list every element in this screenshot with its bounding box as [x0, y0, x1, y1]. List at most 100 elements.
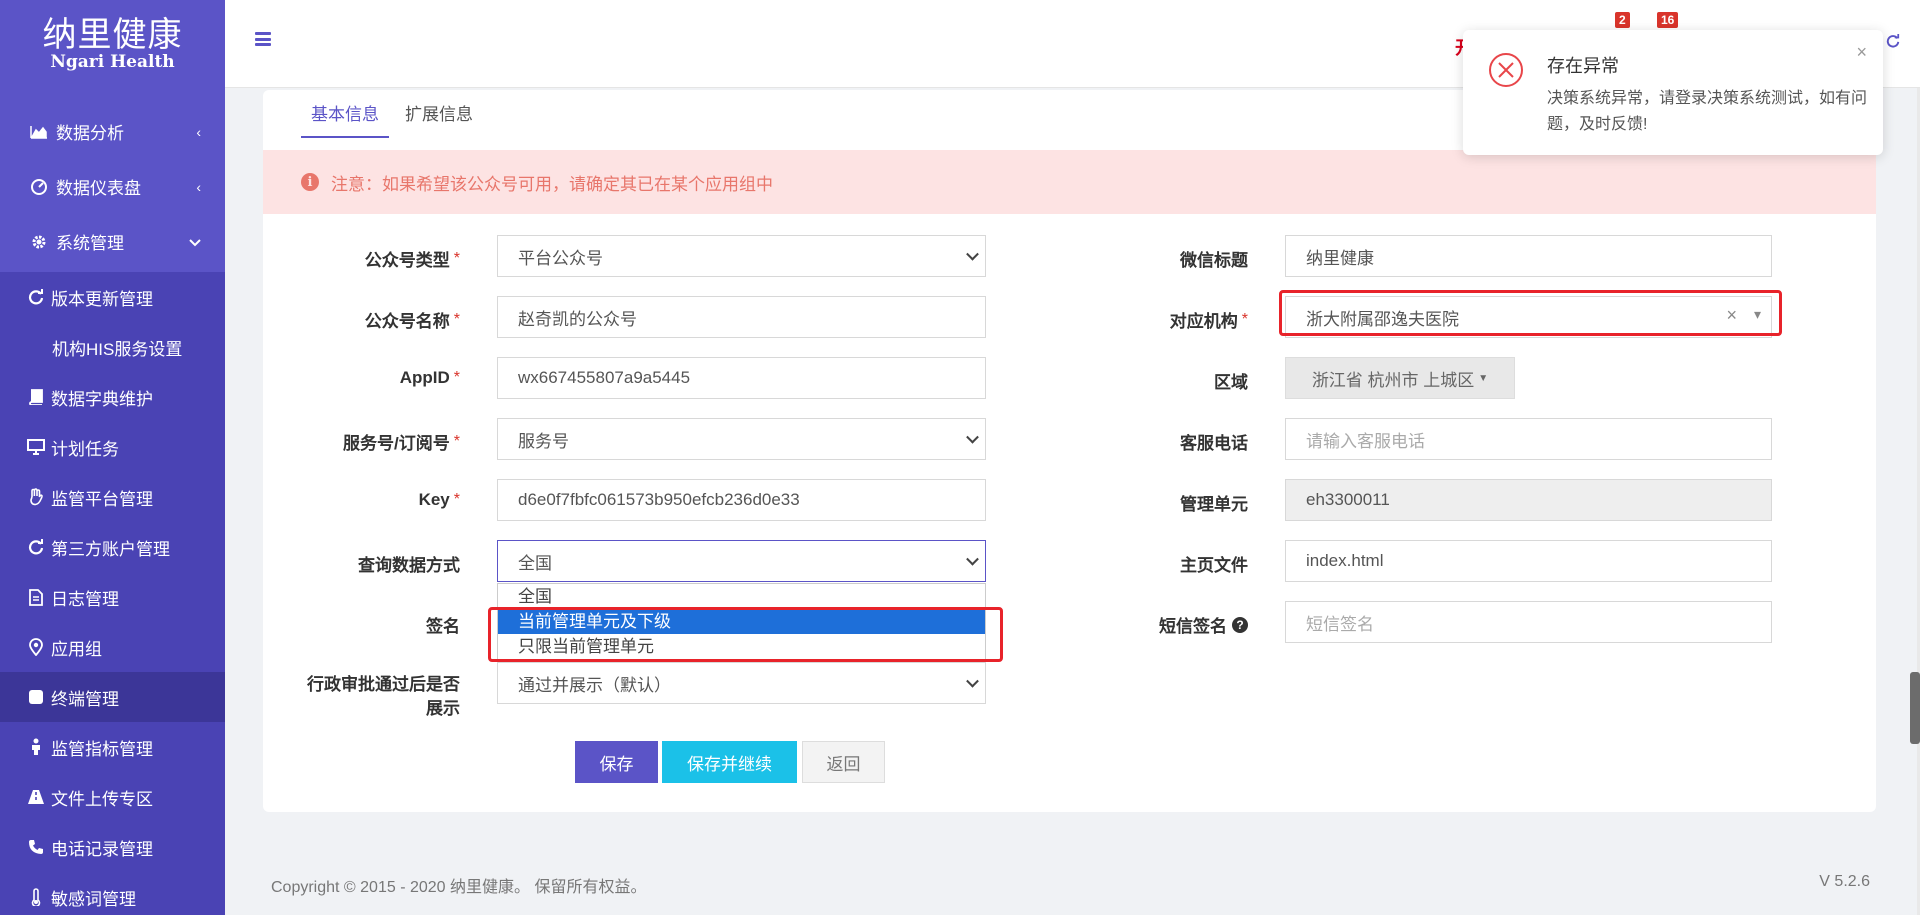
logo: 纳里健康 Ngari Health	[0, 0, 225, 88]
caret-down-icon: ▼	[1478, 372, 1489, 384]
phone-icon	[26, 838, 46, 856]
help-icon[interactable]: ?	[1232, 616, 1248, 633]
sidebar-item-scheduled-tasks[interactable]: 计划任务	[0, 422, 225, 472]
sidebar-item-label: 数据仪表盘	[56, 179, 141, 198]
sidebar-item-dashboard[interactable]: 数据仪表盘 ‹	[0, 159, 225, 214]
clear-icon[interactable]: ×	[1726, 305, 1737, 326]
person-icon	[26, 738, 46, 756]
alert-text: 注意：如果希望该公众号可用，请确定其已在某个应用组中	[331, 174, 773, 194]
sidebar-item-label: 敏感词管理	[51, 889, 136, 909]
label-appid: AppID *	[399, 368, 460, 387]
sidebar: 纳里健康 Ngari Health 数据分析 ‹ 数据仪表盘 ‹ 系统管理 版本…	[0, 0, 225, 915]
key-input[interactable]: d6e0f7fbfc061573b950efcb236d0e33	[497, 479, 986, 521]
system-submenu: 版本更新管理 机构HIS服务设置 数据字典维护 计划任务 监管平台管理 第三方账…	[0, 272, 225, 915]
chevron-down-icon	[966, 430, 979, 444]
message-badge[interactable]: 16	[1657, 12, 1679, 28]
sidebar-item-label: 系统管理	[56, 234, 124, 253]
tab-extended-info[interactable]: 扩展信息	[395, 102, 483, 138]
road-icon	[26, 788, 46, 806]
save-and-continue-button[interactable]: 保存并继续	[662, 741, 797, 783]
square-icon	[26, 688, 46, 706]
location-icon	[26, 638, 46, 656]
sidebar-item-system-management[interactable]: 系统管理	[0, 214, 225, 269]
chevron-left-icon: ‹	[196, 123, 201, 140]
label-homepage-file: 主页文件	[1180, 556, 1248, 575]
sidebar-item-sensitive-words[interactable]: 敏感词管理	[0, 872, 225, 915]
account-type-select[interactable]: 平台公众号	[497, 235, 986, 277]
dropdown-arrow-icon: ▾	[1753, 306, 1761, 322]
label-sms-signature: 短信签名 ?	[1100, 612, 1248, 637]
sidebar-item-label: 日志管理	[51, 589, 119, 609]
chevron-down-icon	[966, 247, 979, 261]
sidebar-item-label: 数据分析	[56, 124, 124, 143]
sidebar-item-call-records[interactable]: 电话记录管理	[0, 822, 225, 872]
sidebar-item-label: 第三方账户管理	[51, 539, 170, 559]
sidebar-item-supervision-indicators[interactable]: 监管指标管理	[0, 722, 225, 772]
label-query-mode: 查询数据方式	[358, 556, 460, 575]
dropdown-option-current-only[interactable]: 只限当前管理单元	[498, 634, 985, 659]
notification-badge[interactable]: 2	[1615, 12, 1630, 28]
sidebar-item-label: 数据字典维护	[51, 389, 153, 409]
refresh-icon	[26, 538, 46, 556]
service-type-select[interactable]: 服务号	[497, 418, 986, 460]
info-icon: i	[301, 173, 319, 191]
sidebar-item-log-management[interactable]: 日志管理	[0, 572, 225, 622]
sidebar-item-terminal-management[interactable]: 终端管理	[0, 672, 225, 722]
sidebar-item-supervision-platform[interactable]: 监管平台管理	[0, 472, 225, 522]
sidebar-item-file-upload[interactable]: 文件上传专区	[0, 772, 225, 822]
sidebar-item-version-update[interactable]: 版本更新管理	[0, 272, 225, 322]
account-name-input[interactable]: 赵奇凯的公众号	[497, 296, 986, 338]
label-key: Key *	[418, 490, 460, 509]
logo-en: Ngari Health	[50, 52, 175, 72]
warning-alert: i 注意：如果希望该公众号可用，请确定其已在某个应用组中	[263, 150, 1876, 214]
appid-input[interactable]: wx667455807a9a5445	[497, 357, 986, 399]
chevron-down-icon	[966, 674, 979, 688]
chevron-down-icon	[966, 552, 979, 566]
management-unit-input: eh3300011	[1285, 479, 1772, 521]
close-icon[interactable]: ×	[1856, 42, 1867, 63]
sms-signature-input[interactable]: 短信签名	[1285, 601, 1772, 643]
back-button[interactable]: 返回	[802, 741, 885, 783]
service-phone-input[interactable]: 请输入客服电话	[1285, 418, 1772, 460]
sidebar-item-label: 监管平台管理	[51, 489, 153, 509]
label-institution: 对应机构 *	[1169, 310, 1248, 332]
sidebar-item-third-party-accounts[interactable]: 第三方账户管理	[0, 522, 225, 572]
chevron-left-icon: ‹	[196, 178, 201, 195]
label-approval-display: 行政审批通过后是否 展示	[307, 675, 460, 718]
label-management-unit: 管理单元	[1180, 495, 1248, 514]
sidebar-item-data-analysis[interactable]: 数据分析 ‹	[0, 104, 225, 159]
error-circle-icon	[1488, 52, 1524, 88]
dropdown-option-national[interactable]: 全国	[498, 584, 985, 609]
chevron-down-icon	[189, 234, 201, 250]
sidebar-item-label: 应用组	[51, 639, 102, 659]
dashboard-icon	[28, 178, 50, 196]
approval-display-select[interactable]: 通过并展示（默认）	[497, 662, 986, 704]
sidebar-item-label: 文件上传专区	[51, 789, 153, 809]
sidebar-item-his-service[interactable]: 机构HIS服务设置	[0, 322, 225, 372]
query-mode-select[interactable]: 全国	[497, 540, 986, 582]
label-service-type: 服务号/订阅号 *	[343, 432, 460, 454]
label-signature: 签名	[426, 617, 460, 636]
error-notification: 存在异常 决策系统异常，请登录决策系统测试，如有问题，及时反馈! ×	[1463, 30, 1883, 155]
dropdown-option-current-and-sub[interactable]: 当前管理单元及下级	[498, 609, 985, 634]
refresh-icon	[26, 288, 46, 306]
sidebar-item-label: 计划任务	[51, 439, 119, 459]
tab-basic-info[interactable]: 基本信息	[301, 102, 389, 138]
wechat-title-input[interactable]: 纳里健康	[1285, 235, 1772, 277]
save-button[interactable]: 保存	[575, 741, 658, 783]
area-chart-icon	[28, 123, 50, 141]
sidebar-item-app-group[interactable]: 应用组	[0, 622, 225, 672]
sidebar-item-label: 监管指标管理	[51, 739, 153, 759]
sidebar-item-dictionary[interactable]: 数据字典维护	[0, 372, 225, 422]
menu-toggle-icon[interactable]	[255, 32, 271, 46]
label-wechat-title: 微信标题	[1180, 251, 1248, 270]
sidebar-item-label: 电话记录管理	[51, 839, 153, 859]
sidebar-item-label: 版本更新管理	[51, 289, 153, 309]
homepage-file-input[interactable]: index.html	[1285, 540, 1772, 582]
monitor-icon	[26, 438, 46, 456]
gear-icon	[28, 233, 50, 251]
page-scrollbar-handle[interactable]	[1910, 672, 1920, 744]
refresh-icon[interactable]	[1886, 34, 1900, 53]
region-dropdown-button[interactable]: 浙江省 杭州市 上城区 ▼	[1285, 357, 1515, 399]
institution-select[interactable]: 浙大附属邵逸夫医院 × ▾	[1285, 296, 1772, 338]
